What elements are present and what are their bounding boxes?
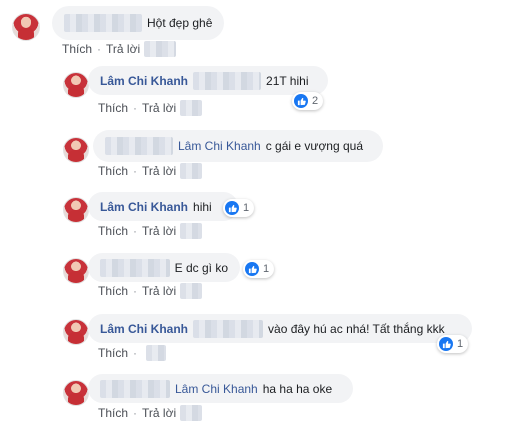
comment-text: Hột đẹp ghê: [147, 16, 213, 30]
comment-actions: Thích · Trả lời: [98, 283, 203, 299]
reply-link[interactable]: Trả lời: [142, 164, 176, 178]
like-link[interactable]: Thích: [62, 42, 92, 56]
blurred-timestamp: [180, 100, 203, 116]
comment-actions: Thích · Trả lời: [98, 100, 203, 116]
separator: ·: [97, 42, 102, 56]
reaction-count[interactable]: 1: [223, 199, 255, 217]
reply-link[interactable]: Trả lời: [106, 42, 140, 56]
comment-text: ha ha ha oke: [262, 381, 333, 396]
avatar[interactable]: [63, 380, 89, 406]
like-icon: [225, 201, 239, 215]
comment-bubble: Lâm Chi Khanh hihi: [88, 192, 238, 221]
separator: ·: [133, 164, 138, 178]
comment-bubble: Lâm Chi Khanh 21T hihi: [88, 66, 328, 95]
avatar[interactable]: [12, 13, 40, 41]
reaction-number: 2: [312, 95, 319, 107]
separator: ·: [133, 346, 138, 360]
separator: ·: [133, 284, 138, 298]
reaction-number: 1: [263, 263, 270, 275]
blurred-timestamp: [180, 223, 203, 239]
reply-link[interactable]: Trả lời: [142, 224, 176, 238]
avatar[interactable]: [63, 197, 89, 223]
comment-actions: Thích · Trả lời: [98, 163, 203, 179]
comment-bubble: Hột đẹp ghê: [52, 6, 225, 40]
reaction-count[interactable]: 2: [292, 92, 324, 110]
reaction-count[interactable]: 1: [243, 260, 275, 278]
like-icon: [294, 94, 308, 108]
like-link[interactable]: Thích: [98, 406, 128, 420]
blurred-timestamp: [180, 405, 203, 421]
comment-actions: Thích · Trả lời: [98, 405, 203, 421]
like-link[interactable]: Thích: [98, 164, 128, 178]
blurred-timestamp: [146, 345, 167, 361]
reply-link[interactable]: Trả lời: [142, 406, 176, 420]
blurred-timestamp: [144, 41, 177, 57]
comment-actions: Thích · Trả lời: [62, 41, 177, 57]
reaction-count[interactable]: 1: [437, 335, 469, 353]
blurred-name: [100, 258, 170, 277]
comment-text: hihi: [193, 199, 212, 214]
like-link[interactable]: Thích: [98, 101, 128, 115]
tagged-name[interactable]: Lâm Chi Khanh: [175, 382, 258, 396]
blurred-name: [100, 379, 170, 398]
reaction-number: 1: [243, 202, 250, 214]
like-link[interactable]: Thích: [98, 284, 128, 298]
like-link[interactable]: Thích: [98, 346, 128, 360]
blurred-tag: [193, 71, 262, 90]
comment-text: vào đây hú ac nhá! Tất thắng kkk: [268, 321, 445, 336]
comment-bubble: E dc gì ko: [88, 253, 240, 282]
author-name[interactable]: Lâm Chi Khanh: [100, 200, 188, 214]
comment-text: c gái e vượng quá: [265, 139, 364, 153]
author-name[interactable]: Lâm Chi Khanh: [100, 74, 188, 88]
comment-actions: Thích · Trả lời: [98, 223, 203, 239]
separator: ·: [133, 406, 138, 420]
reaction-number: 1: [457, 338, 464, 350]
tagged-name[interactable]: Lâm Chi Khanh: [178, 139, 261, 153]
comment-bubble: Lâm Chi Khanh vào đây hú ac nhá! Tất thắ…: [88, 314, 472, 343]
avatar[interactable]: [63, 137, 89, 163]
comment-text: E dc gì ko: [174, 260, 228, 275]
author-name[interactable]: Lâm Chi Khanh: [100, 322, 188, 336]
blurred-tag: [193, 319, 264, 338]
blurred-name: [64, 14, 142, 32]
like-link[interactable]: Thích: [98, 224, 128, 238]
comment-actions: Thích ·: [98, 345, 167, 361]
blurred-name: [105, 137, 173, 155]
separator: ·: [133, 224, 138, 238]
reply-link[interactable]: Trả lời: [142, 284, 176, 298]
comment-text: 21T hihi: [266, 73, 309, 88]
like-icon: [439, 337, 453, 351]
avatar[interactable]: [63, 319, 89, 345]
like-icon: [245, 262, 259, 276]
separator: ·: [133, 101, 138, 115]
blurred-timestamp: [180, 283, 203, 299]
avatar[interactable]: [63, 258, 89, 284]
comment-bubble: Lâm Chi Khanh ha ha ha oke: [88, 374, 353, 403]
avatar[interactable]: [63, 72, 89, 98]
comment-bubble: Lâm Chi Khanh c gái e vượng quá: [93, 130, 383, 162]
blurred-timestamp: [180, 163, 203, 179]
reply-link[interactable]: Trả lời: [142, 101, 176, 115]
